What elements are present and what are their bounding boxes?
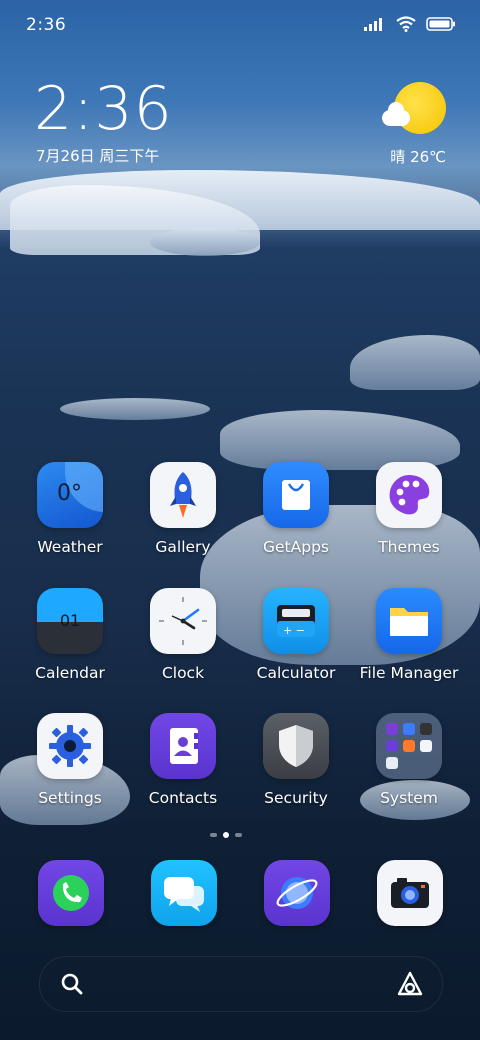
app-label: Themes bbox=[378, 538, 440, 556]
dock-phone[interactable] bbox=[38, 860, 104, 926]
app-system-folder[interactable]: System bbox=[357, 713, 461, 807]
app-calculator[interactable]: + − Calculator bbox=[244, 588, 348, 682]
folder-grid-icon bbox=[376, 713, 442, 779]
dock-messages[interactable] bbox=[151, 860, 217, 926]
messages-icon bbox=[164, 877, 204, 912]
app-label: Clock bbox=[161, 664, 205, 682]
search-bar[interactable] bbox=[39, 956, 443, 1012]
dock-camera[interactable] bbox=[377, 860, 443, 926]
page-indicator bbox=[210, 832, 242, 838]
page-dot bbox=[210, 833, 217, 837]
app-label: Calculator bbox=[256, 664, 336, 682]
weather-widget[interactable]: 晴 26℃ bbox=[382, 82, 446, 172]
page-dot-active bbox=[223, 832, 229, 838]
camera-icon bbox=[391, 878, 429, 908]
weather-icon-temp: 0° bbox=[57, 481, 82, 506]
app-label: Calendar bbox=[35, 664, 105, 682]
app-label: Gallery bbox=[155, 538, 211, 556]
svg-text:+ −: + − bbox=[283, 624, 305, 637]
app-clock[interactable]: Clock bbox=[131, 588, 235, 682]
clock-widget-time[interactable]: 2:36 bbox=[34, 74, 173, 144]
calendar-icon-day: 01 bbox=[59, 611, 81, 630]
rocket-icon bbox=[150, 462, 216, 528]
phone-icon bbox=[53, 875, 89, 911]
app-security[interactable]: Security bbox=[244, 713, 348, 807]
app-settings[interactable]: Settings bbox=[18, 713, 122, 807]
app-label: Weather bbox=[37, 538, 103, 556]
folder-icon bbox=[376, 588, 442, 654]
calendar-icon: 01 bbox=[37, 588, 103, 654]
app-themes[interactable]: Themes bbox=[357, 462, 461, 556]
weather-widget-text: 晴 26℃ bbox=[390, 148, 446, 166]
status-bar: 2:36 bbox=[0, 0, 480, 50]
browser-icon bbox=[276, 877, 318, 909]
app-label: Contacts bbox=[148, 789, 218, 807]
palette-icon bbox=[376, 462, 442, 528]
app-file-manager[interactable]: File Manager bbox=[357, 588, 461, 682]
dock-browser[interactable] bbox=[264, 860, 330, 926]
battery-icon bbox=[426, 17, 455, 31]
clock-widget-date: 7月26日 周三下午 bbox=[36, 147, 160, 165]
app-weather[interactable]: 0° Weather bbox=[18, 462, 122, 556]
page-dot bbox=[235, 833, 242, 837]
calculator-icon: + − bbox=[263, 588, 329, 654]
app-calendar[interactable]: 01 Calendar bbox=[18, 588, 122, 682]
app-label: GetApps bbox=[263, 538, 329, 556]
gear-icon bbox=[37, 713, 103, 779]
shield-icon bbox=[263, 713, 329, 779]
shopping-bag-icon bbox=[263, 462, 329, 528]
app-label: System bbox=[380, 789, 438, 807]
status-icons bbox=[364, 16, 456, 32]
search-icon[interactable] bbox=[60, 972, 84, 996]
contacts-book-icon bbox=[150, 713, 216, 779]
app-label: Settings bbox=[38, 789, 102, 807]
signal-icon bbox=[364, 18, 382, 31]
weather-icon: 0° bbox=[37, 462, 103, 528]
app-contacts[interactable]: Contacts bbox=[131, 713, 235, 807]
clock-icon bbox=[150, 588, 216, 654]
app-label: Security bbox=[264, 789, 328, 807]
app-label: File Manager bbox=[359, 664, 459, 682]
assistant-icon[interactable] bbox=[396, 970, 424, 998]
status-time: 2:36 bbox=[26, 15, 67, 35]
wifi-icon bbox=[396, 16, 416, 32]
app-gallery[interactable]: Gallery bbox=[131, 462, 235, 556]
app-getapps[interactable]: GetApps bbox=[244, 462, 348, 556]
